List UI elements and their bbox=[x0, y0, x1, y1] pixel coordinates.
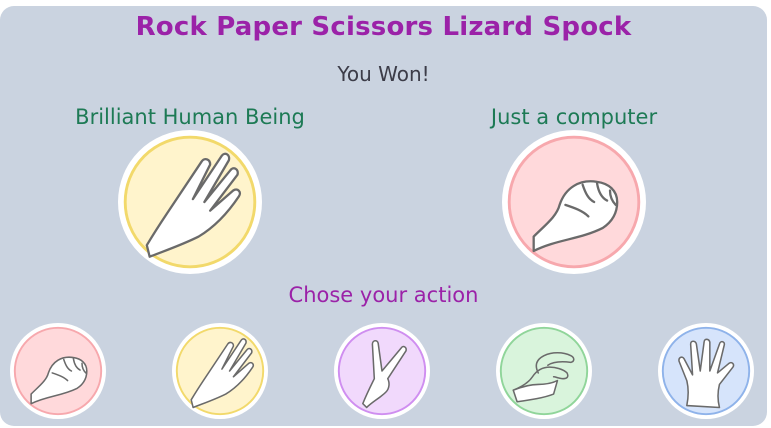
spock-button[interactable] bbox=[658, 323, 754, 419]
human-choice-paper-icon bbox=[118, 130, 262, 274]
rock-hand-icon bbox=[507, 135, 641, 269]
game-panel: Rock Paper Scissors Lizard Spock You Won… bbox=[0, 6, 767, 426]
game-title: Rock Paper Scissors Lizard Spock bbox=[135, 12, 632, 42]
rock-hand-icon bbox=[13, 326, 103, 416]
paper-hand-icon bbox=[175, 326, 265, 416]
scissors-button[interactable] bbox=[334, 323, 430, 419]
computer-player-label: Just a computer bbox=[490, 105, 658, 129]
result-text: You Won! bbox=[337, 62, 430, 86]
lizard-hand-icon bbox=[499, 326, 589, 416]
paper-hand-icon bbox=[123, 135, 257, 269]
computer-choice-rock-icon bbox=[502, 130, 646, 274]
paper-button[interactable] bbox=[172, 323, 268, 419]
spock-hand-icon bbox=[661, 326, 751, 416]
human-player-label: Brilliant Human Being bbox=[75, 105, 305, 129]
lizard-button[interactable] bbox=[496, 323, 592, 419]
action-prompt: Chose your action bbox=[288, 283, 479, 307]
rock-button[interactable] bbox=[10, 323, 106, 419]
scissors-hand-icon bbox=[337, 326, 427, 416]
